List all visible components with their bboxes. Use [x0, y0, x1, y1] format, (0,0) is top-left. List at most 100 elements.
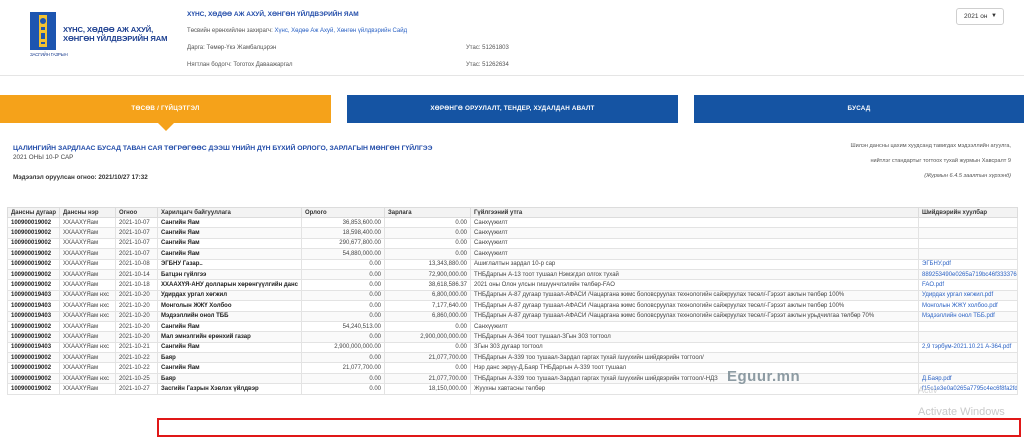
cell-expense: 18,150,000.00: [384, 383, 471, 395]
phone-1: Утас: 51261803: [466, 45, 509, 51]
cell-income: 0.00: [301, 383, 385, 395]
decision-file-link[interactable]: Монголын ЖЖҮ холбоо.pdf: [922, 303, 998, 309]
cell-expense: 2,900,000,000.00: [384, 331, 471, 343]
table-row: 100900019002 ХХААХҮЯам 2021-10-07 Сангийн Я…: [7, 227, 1018, 239]
decision-file-link[interactable]: Д.Баяр.pdf: [922, 376, 952, 382]
cell-description: ЗГын 303 дугаар тогтоол: [470, 341, 919, 354]
cell-counterparty: Сангийн Яам: [157, 362, 302, 374]
cell-income: 0.00: [301, 352, 385, 364]
tab-investment-tender[interactable]: ХӨРӨНГӨ ОРУУЛАЛТ, ТЕНДЕР, ХУДАЛДАН АВАЛТ: [347, 95, 678, 123]
col-header-decision-copy[interactable]: Шийдвэрийн хуулбар: [918, 207, 1018, 218]
cell-decision-copy: 2,9 тэрбум-2021.10.21 А-364.pdf: [918, 341, 1018, 354]
tab-other[interactable]: БУСАД: [694, 95, 1024, 123]
cell-counterparty: Сангийн Яам: [157, 248, 302, 260]
cell-description: ТНБДаргын А-339 тоо тушаал-Зардал гаргах…: [470, 372, 919, 385]
cell-expense: 7,177,640.00: [384, 300, 471, 312]
cell-account-name: ХХААХҮЯам: [59, 248, 116, 260]
col-header-account-number[interactable]: Дансны дугаар: [7, 207, 60, 218]
cell-decision-copy: Д.Баяр.pdf: [918, 372, 1018, 385]
decision-file-link[interactable]: Мэдээллийн онол ТББ.pdf: [922, 313, 995, 319]
cell-decision-copy: [918, 248, 1018, 260]
cell-decision-copy: [918, 237, 1018, 250]
cell-date: 2021-10-27: [115, 383, 158, 395]
decision-file-link[interactable]: FAO.pdf: [922, 282, 944, 288]
cell-account-name: ХХААХҮЯам: [59, 227, 116, 239]
cell-decision-copy: ЭГБНУ.pdf: [918, 258, 1018, 270]
cell-income: 36,853,600.00: [301, 216, 385, 229]
cell-income: 18,598,400.00: [301, 227, 385, 239]
cell-description: Санхүүжилт: [470, 237, 919, 250]
cell-date: 2021-10-07: [115, 227, 158, 239]
col-header-expense[interactable]: Зарлага: [384, 207, 471, 218]
main-tabs: ТӨСӨВ / ГҮЙЦЭТГЭЛ ХӨРӨНГӨ ОРУУЛАЛТ, ТЕНД…: [0, 95, 1024, 131]
col-header-date[interactable]: Огноо: [115, 207, 158, 218]
cell-counterparty: Монголын ЖЖҮ Холбоо: [157, 300, 302, 312]
decision-file-link[interactable]: Удирдах ургал хөгжил.pdf: [922, 292, 993, 298]
cell-account-number: 100900019002: [7, 331, 60, 343]
col-header-description[interactable]: Гүйлгээний утга: [470, 207, 919, 218]
cell-decision-copy: Удирдах ургал хөгжил.pdf: [918, 289, 1018, 302]
cell-account-name: ХХААХҮЯам: [59, 279, 116, 291]
cell-description: 2021 оны Олон улсын гишүүнчлэлийн төлбөр…: [470, 279, 919, 291]
cell-account-number: 100900019002: [7, 248, 60, 260]
tab-budget-performance[interactable]: ТӨСӨВ / ГҮЙЦЭТГЭЛ: [0, 95, 331, 131]
decision-file-link[interactable]: 2,9 тэрбум-2021.10.21 А-364.pdf: [922, 344, 1011, 350]
cell-decision-copy: [918, 331, 1018, 343]
cell-decision-copy: [918, 227, 1018, 239]
cell-income: 0.00: [301, 331, 385, 343]
decision-file-link[interactable]: 889253490e0265a719bc46f333376bb8.pdf: [922, 272, 1017, 278]
cell-counterparty: Сангийн Яам: [157, 227, 302, 239]
cell-decision-copy: [918, 352, 1018, 364]
table-body: 100900019002 ХХААХҮЯам 2021-10-07 Сангийн Я…: [7, 216, 1018, 395]
header-title: ХҮНС, ХӨДӨӨ АЖ АХУЙ, ХӨНГӨН ҮЙЛДВЭРИЙН Я…: [187, 11, 359, 18]
cell-account-number: 100900019002: [7, 383, 60, 395]
cell-date: 2021-10-20: [115, 320, 158, 333]
table-row: 100900019002 ХХААХҮЯам 2021-10-20 Мал эмнэл…: [7, 331, 1018, 343]
cell-account-number: 100900019002: [7, 216, 60, 229]
cell-income: 290,677,800.00: [301, 237, 385, 250]
col-header-account-name[interactable]: Дансны нэр: [59, 207, 116, 218]
cell-description: ТНБДаргын А-13 тоот тушаал Нэмэгдэл олго…: [470, 268, 919, 281]
report-note-1: Шилэн дансны цахим хуудсанд тавигдах мэд…: [850, 143, 1011, 149]
accountant-line: Нягтлан бодогч: Тоготох Даваажаргал: [187, 62, 293, 68]
col-header-counterparty[interactable]: Харилцагч байгууллага: [157, 207, 302, 218]
cell-account-name: ХХААХҮЯам: [59, 268, 116, 281]
cell-decision-copy: 889253490e0265a719bc46f333376bb8.pdf: [918, 268, 1018, 281]
cell-account-number: 100900019002: [7, 227, 60, 239]
cell-description: ТНБДаргын А-87 дугаар тушаал-АФАСИ /Чаца…: [470, 310, 919, 322]
cell-account-name: ХХААХҮЯам: [59, 352, 116, 364]
cell-date: 2021-10-07: [115, 248, 158, 260]
cell-income: 0.00: [301, 268, 385, 281]
cell-decision-copy: [918, 362, 1018, 374]
decision-file-link[interactable]: ЭГБНУ.pdf: [922, 261, 951, 267]
cell-account-name: ХХААХҮЯам: [59, 362, 116, 374]
cell-description: ТНБДаргын А-364 тоот тушаал-ЗГын 303 тог…: [470, 331, 919, 343]
cell-counterparty: ЭГБНУ Газар..: [157, 258, 302, 270]
cell-expense: 0.00: [384, 237, 471, 250]
cell-expense: 0.00: [384, 341, 471, 354]
cell-date: 2021-10-20: [115, 310, 158, 322]
cell-account-name: ХХААХҮЯам: [59, 331, 116, 343]
cell-expense: 38,618,586.37: [384, 279, 471, 291]
manager-label: Төсвийн ерөнхийлөн захирагч:: [187, 28, 273, 34]
cell-date: 2021-10-25: [115, 372, 158, 385]
ministry-logo[interactable]: ХҮНС, ХӨДӨӨ АЖ АХУЙ, ХӨНГӨН ҮЙЛДВЭРИЙН Я…: [30, 12, 170, 58]
table-header-row: Дансны дугаар Дансны нэр Огноо Харилцагч…: [7, 207, 1018, 218]
cell-date: 2021-10-07: [115, 237, 158, 250]
cell-account-number: 100900019403: [7, 310, 60, 322]
cell-decision-copy: [918, 216, 1018, 229]
cell-expense: 6,860,000.00: [384, 310, 471, 322]
table-row: 100900019403 ХХААХҮЯам нхс 2021-10-20 Удирд…: [7, 289, 1018, 302]
manager-link[interactable]: Хүнс, Хөдөө Аж Ахуй, Хөнгөн үйлдвэрийн С…: [275, 28, 408, 34]
year-select[interactable]: 2021 он ▼: [956, 8, 1004, 25]
logo-org-name: ХҮНС, ХӨДӨӨ АЖ АХУЙ, ХӨНГӨН ҮЙЛДВЭРИЙН Я…: [63, 25, 168, 43]
cell-account-number: 100900019403: [7, 289, 60, 302]
cell-date: 2021-10-22: [115, 362, 158, 374]
cell-description: Санхүүжилт: [470, 227, 919, 239]
cell-account-name: ХХААХҮЯам нхс: [59, 372, 116, 385]
cell-account-name: ХХААХҮЯам: [59, 320, 116, 333]
phone-2: Утас: 51262634: [466, 62, 509, 68]
col-header-income[interactable]: Орлого: [301, 207, 385, 218]
cell-decision-copy: [918, 320, 1018, 333]
cell-income: 0.00: [301, 310, 385, 322]
